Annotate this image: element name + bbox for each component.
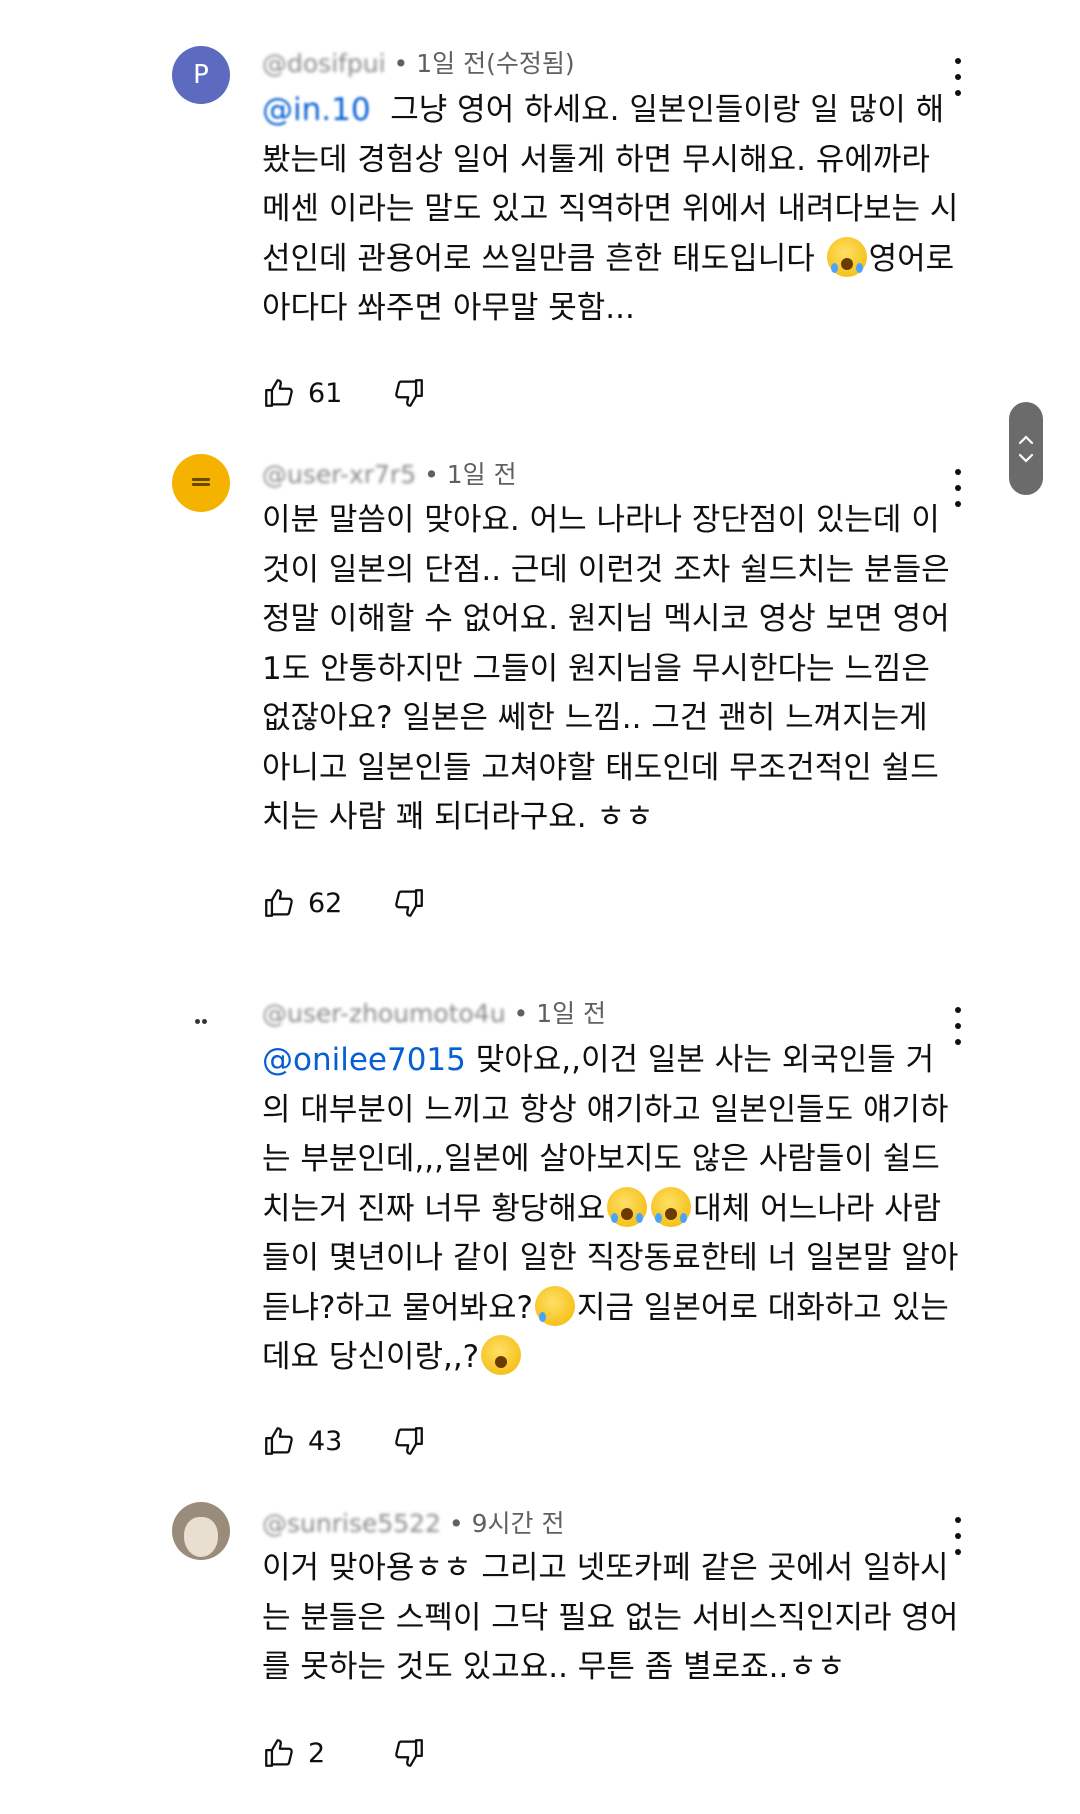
comment-actions: 62	[262, 886, 426, 920]
dog-photo-icon	[184, 1517, 218, 1557]
mention-link[interactable]: @onilee7015	[262, 1042, 466, 1078]
chevron-up-icon[interactable]	[1018, 434, 1034, 445]
face-with-tears-of-joy-icon	[607, 1186, 648, 1227]
comment-actions: 43	[262, 1424, 426, 1458]
scroll-handle[interactable]	[1009, 402, 1043, 495]
avatar[interactable]: P	[172, 46, 230, 104]
thumbs-up-icon[interactable]	[262, 886, 296, 920]
mention-link[interactable]: @in.10	[262, 92, 371, 128]
like-count: 61	[308, 377, 343, 409]
like-count: 43	[308, 1425, 343, 1457]
comment-text: 이분 말씀이 맞아요. 어느 나라나 장단점이 있는데 이것이 일본의 단점..…	[262, 502, 950, 835]
avatar[interactable]	[172, 1502, 230, 1560]
comment-text: 이거 맞아용ㅎㅎ 그리고 넷또카페 같은 곳에서 일하시는 분들은 스펙이 그닥…	[262, 1550, 959, 1685]
thumbs-up-icon[interactable]	[262, 1736, 296, 1770]
channel-logo-icon	[192, 478, 210, 488]
thumbs-down-icon[interactable]	[392, 1424, 426, 1458]
thumbs-down-icon[interactable]	[392, 1736, 426, 1770]
comment-time: • 1일 전	[416, 460, 517, 489]
thumbs-down-icon[interactable]	[392, 886, 426, 920]
comment-author[interactable]: @sunrise5522	[262, 1509, 441, 1538]
like-count: 2	[308, 1737, 326, 1769]
comment-meta: @sunrise5522 • 9시간 전	[262, 1504, 564, 1540]
comment-meta: @dosifpui • 1일 전(수정됨)	[262, 44, 575, 80]
thumbs-down-icon[interactable]	[392, 376, 426, 410]
face-with-tears-of-joy-icon	[651, 1186, 692, 1227]
chevron-down-icon[interactable]	[1018, 453, 1034, 463]
avatar-letter: P	[193, 60, 209, 90]
comments-page: P @dosifpui • 1일 전(수정됨) @in.10 그냥 영어 하세요…	[0, 0, 1080, 1814]
crying-face-icon	[534, 1285, 575, 1326]
comment-meta: @user-xr7r5 • 1일 전	[262, 455, 517, 491]
comment-actions: 61	[262, 376, 426, 410]
comment-actions: 2	[262, 1736, 426, 1770]
comment-time: • 1일 전(수정됨)	[385, 49, 575, 78]
comment-meta: @user-zhoumoto4u • 1일 전	[262, 994, 606, 1030]
avatar[interactable]	[172, 454, 230, 512]
thumbs-up-icon[interactable]	[262, 1424, 296, 1458]
comment-time: • 1일 전	[505, 999, 607, 1028]
comment-time: • 9시간 전	[440, 1509, 565, 1538]
face-with-tears-of-joy-icon	[826, 236, 867, 277]
thumbs-up-icon[interactable]	[262, 376, 296, 410]
like-count: 62	[308, 887, 343, 919]
comment-author[interactable]: @dosifpui	[262, 49, 386, 78]
comment-author[interactable]: @user-xr7r5	[262, 460, 416, 489]
astonished-face-icon	[481, 1335, 522, 1375]
comment-author[interactable]: @user-zhoumoto4u	[262, 999, 506, 1028]
comment-text: @onilee7015 맞아요,,이건 일본 사는 외국인들 거의 대부분이 느…	[262, 1042, 959, 1375]
avatar[interactable]	[172, 992, 230, 1050]
comment-text: @in.10 그냥 영어 하세요. 일본인들이랑 일 많이 해봤는데 경험상 일…	[262, 92, 959, 326]
